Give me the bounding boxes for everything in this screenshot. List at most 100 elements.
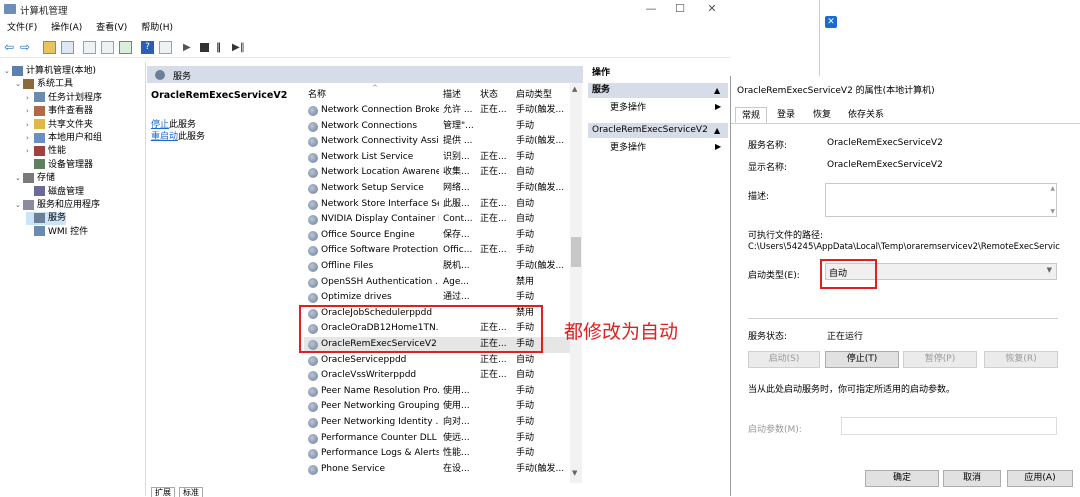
apply-button[interactable]: 应用(A) (1007, 470, 1073, 487)
tab-general[interactable]: 常规 (735, 107, 767, 123)
service-row[interactable]: Network Connectivity Assis... 提供 ... 手动(触发… (304, 134, 570, 150)
tab-logon[interactable]: 登录 (771, 107, 801, 123)
description-field[interactable]: ▲ ▼ (825, 183, 1057, 217)
scroll-down-icon[interactable]: ▼ (572, 469, 577, 477)
service-row[interactable]: Peer Networking Grouping 使用... 手动 (304, 399, 570, 415)
service-row[interactable]: Performance Counter DLL ... 使远... 手动 (304, 431, 570, 447)
forward-arrow-icon[interactable]: ⇨ (20, 41, 33, 54)
service-row[interactable]: Peer Name Resolution Pro... 使用... 手动 (304, 384, 570, 400)
spacer[interactable]: › (26, 105, 34, 118)
spacer[interactable]: › (26, 145, 34, 158)
service-row[interactable]: Offline Files 脱机... 手动(触发... (304, 259, 570, 275)
column-startup-type[interactable]: 启动类型 (516, 87, 552, 100)
actions-services-header[interactable]: 服务 ▲ (588, 83, 728, 98)
services-scrollbar[interactable]: ▲ ▼ (570, 83, 582, 483)
tree-item[interactable]: › 性能 (26, 145, 66, 158)
mmc-view-icon[interactable] (159, 41, 172, 54)
service-row[interactable]: Network Setup Service 网络... 手动(触发... (304, 181, 570, 197)
expand-arrow-icon[interactable]: ⌄ (15, 172, 23, 185)
service-row[interactable]: Network List Service 识别... 正在... 手动 (304, 150, 570, 166)
menu-action[interactable]: 操作(A) (51, 20, 82, 36)
tab-dependencies[interactable]: 依存关系 (843, 107, 889, 123)
maximize-icon[interactable]: ☐ (665, 0, 695, 18)
close-icon[interactable]: ✕ (825, 16, 837, 28)
spacer[interactable]: › (26, 119, 34, 132)
refresh-icon[interactable] (119, 41, 132, 54)
tree-item[interactable]: › 任务计划程序 (26, 92, 102, 105)
start-params-hint: 当从此处启动服务时，你可指定所适用的启动参数。 (748, 385, 956, 395)
pause-button[interactable]: 暂停(P) (903, 351, 977, 368)
start-button[interactable]: 启动(S) (748, 351, 820, 368)
service-row[interactable]: Network Location Awarene... 收集... 正在... 自动 (304, 165, 570, 181)
tree-item[interactable]: 磁盘管理 (26, 186, 84, 199)
column-name[interactable]: 名称 (308, 87, 326, 100)
collapse-up-icon[interactable]: ▲ (714, 123, 720, 138)
service-row[interactable]: Office Source Engine 保存... 手动 (304, 228, 570, 244)
menu-help[interactable]: 帮助(H) (141, 20, 173, 36)
tree-item[interactable]: WMI 控件 (26, 226, 88, 239)
display-name-label: 显示名称: (748, 163, 788, 173)
minimize-icon[interactable]: — (636, 0, 666, 18)
scroll-up-icon[interactable]: ▲ (572, 85, 577, 93)
service-row[interactable]: Phone Service 在设... 手动(触发... (304, 462, 570, 478)
collapse-up-icon[interactable]: ▲ (714, 83, 720, 98)
service-row[interactable]: Network Store Interface Se... 此服... 正在... 自… (304, 197, 570, 213)
help-icon[interactable]: ? (141, 41, 154, 54)
tree-item[interactable]: › 本地用户和组 (26, 132, 102, 145)
services-gear-icon (155, 70, 165, 80)
column-description[interactable]: 描述 (443, 87, 461, 100)
export-list-icon[interactable] (101, 41, 114, 54)
service-row[interactable]: Performance Logs & Alerts 性能... 手动 (304, 446, 570, 462)
service-row[interactable]: NVIDIA Display Container LS Cont... 正在... 自… (304, 212, 570, 228)
service-name-label: 服务名称: (748, 141, 788, 151)
service-description: Age... (443, 276, 469, 287)
tree-item[interactable]: › 共享文件夹 (26, 119, 93, 132)
tree-item[interactable]: 服务 (26, 212, 67, 226)
tree-item[interactable]: ⌄ 计算机管理(本地) (4, 65, 96, 78)
close-window-icon[interactable]: ✕ (697, 0, 727, 18)
cancel-button[interactable]: 取消 (943, 470, 1001, 487)
service-row[interactable]: OracleVssWriterppdd 正在... 自动 (304, 368, 570, 384)
spacer[interactable]: ⌄ (4, 65, 12, 78)
service-row[interactable]: Office Software Protection ... Offic... 正在… (304, 243, 570, 259)
spacer[interactable]: › (26, 132, 34, 145)
service-row[interactable]: Network Connections 管理"... 手动 (304, 119, 570, 135)
more-actions-service[interactable]: 更多操作 (610, 141, 646, 155)
back-arrow-icon[interactable]: ⇦ (4, 41, 17, 54)
tree-item[interactable]: ⌄ 服务和应用程序 (15, 199, 100, 212)
menu-view[interactable]: 查看(V) (96, 20, 127, 36)
service-row[interactable]: Peer Networking Identity ... 向对... 手动 (304, 415, 570, 431)
restart-service-icon[interactable]: ▶‖ (232, 41, 245, 54)
resume-button[interactable]: 恢复(R) (984, 351, 1058, 368)
tree-item[interactable]: › 事件查看器 (26, 105, 93, 118)
stop-service-icon[interactable] (200, 43, 209, 52)
spacer[interactable]: › (26, 92, 34, 105)
service-row[interactable]: Optimize drives 通过... 手动 (304, 290, 570, 306)
start-service-icon[interactable]: ▶ (183, 41, 196, 54)
tab-recovery[interactable]: 恢复 (807, 107, 837, 123)
more-actions-services[interactable]: 更多操作 (610, 101, 646, 115)
stop-button[interactable]: 停止(T) (825, 351, 899, 368)
section-divider (748, 318, 1058, 319)
tree-item[interactable]: ⌄ 系统工具 (15, 78, 73, 91)
properties-icon[interactable] (83, 41, 96, 54)
tree-item[interactable]: ⌄ 存储 (15, 172, 55, 185)
service-row[interactable]: OpenSSH Authentication ... Age... 禁用 (304, 275, 570, 291)
show-tree-icon[interactable] (61, 41, 74, 54)
column-status[interactable]: 状态 (480, 87, 498, 100)
expand-arrow-icon[interactable]: ⌄ (15, 78, 23, 91)
start-params-input[interactable] (841, 417, 1057, 435)
scroll-up-icon[interactable]: ▲ (1050, 185, 1055, 192)
restart-service-link[interactable]: 重启动 (151, 132, 178, 142)
menu-file[interactable]: 文件(F) (7, 20, 37, 36)
pause-service-icon[interactable]: ‖ (216, 41, 229, 54)
expand-arrow-icon[interactable]: ⌄ (15, 199, 23, 212)
up-folder-icon[interactable] (43, 41, 56, 54)
ok-button[interactable]: 确定 (865, 470, 939, 487)
scroll-down-icon[interactable]: ▼ (1050, 208, 1055, 215)
service-row[interactable]: Network Connection Broker 允许 ... 正在... 手动(触… (304, 103, 570, 119)
actions-service-header[interactable]: OracleRemExecServiceV2 ▲ (588, 123, 728, 138)
tree-item[interactable]: 设备管理器 (26, 159, 93, 172)
service-row[interactable]: OracleServiceppdd 正在... 自动 (304, 353, 570, 369)
scrollbar-thumb[interactable] (571, 237, 581, 267)
